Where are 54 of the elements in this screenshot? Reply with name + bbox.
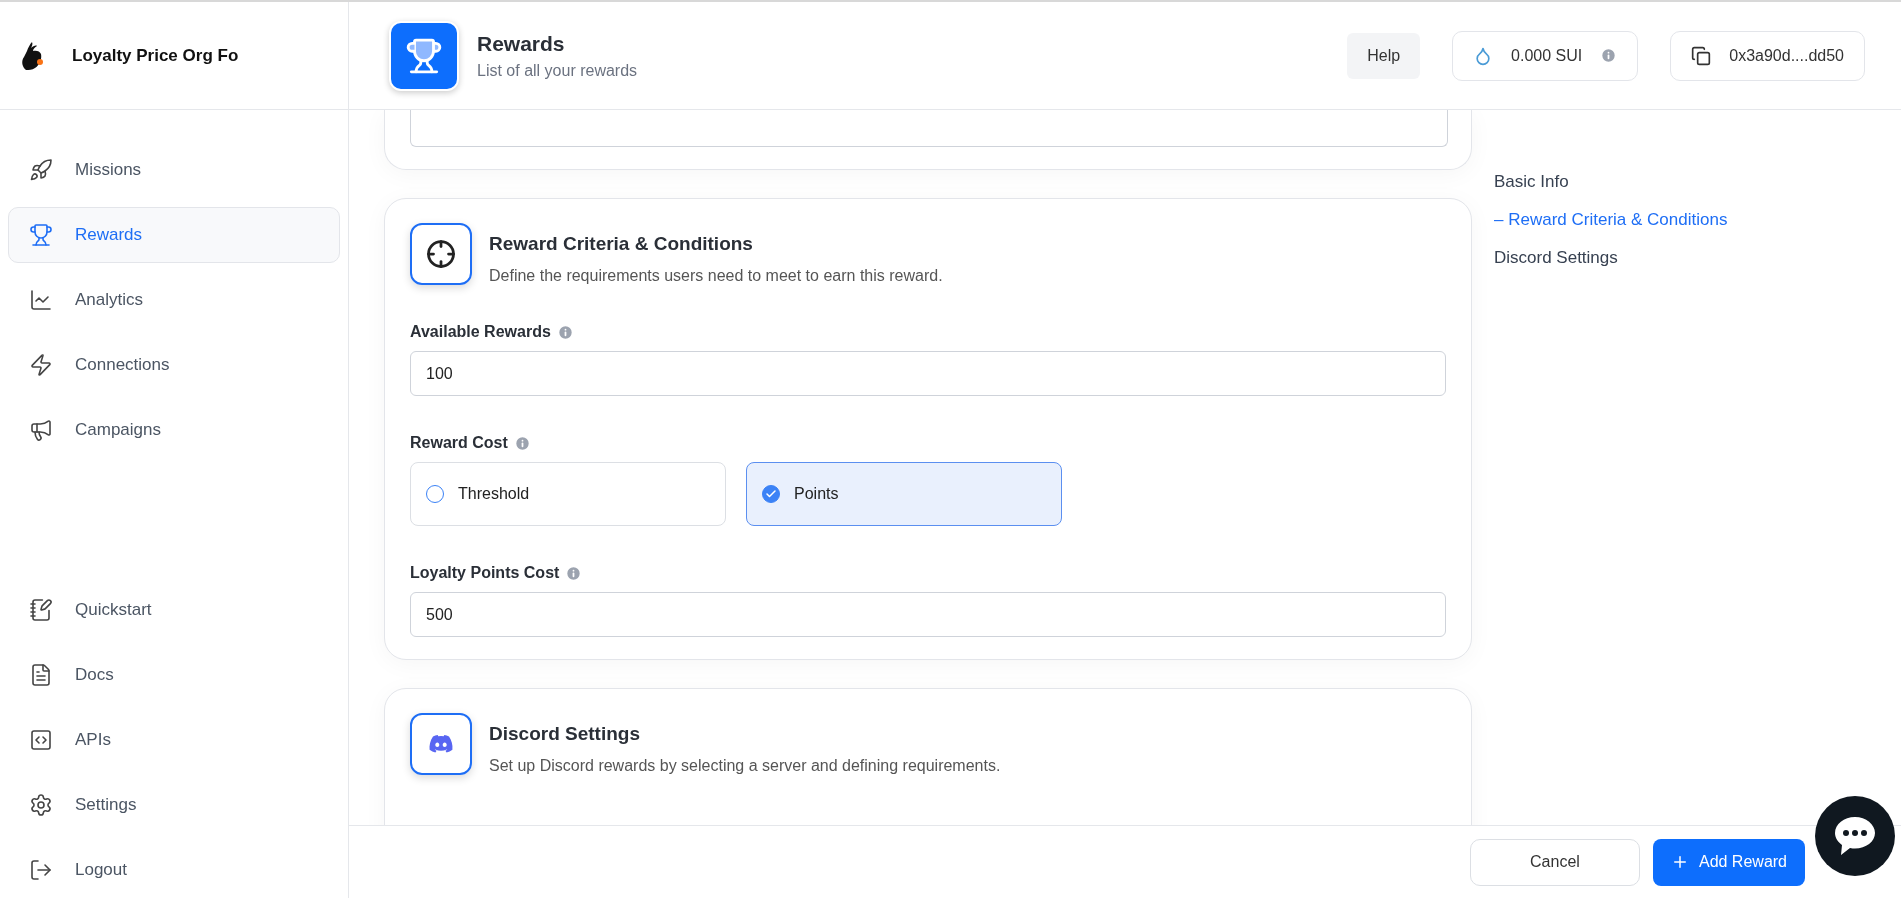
- card-description: Set up Discord rewards by selecting a server and defining requirements.: [489, 757, 1001, 775]
- rocket-icon: [29, 158, 53, 182]
- help-button[interactable]: Help: [1347, 32, 1421, 79]
- info-icon: [556, 323, 574, 341]
- notepad-icon: [29, 598, 53, 622]
- sidebar-item[interactable]: Settings: [8, 777, 340, 833]
- input-field[interactable]: 500: [410, 592, 1446, 637]
- document-icon: [29, 663, 53, 687]
- lightning-icon: [29, 353, 53, 377]
- game-controller-icon: [410, 713, 472, 775]
- cancel-button[interactable]: Cancel: [1469, 838, 1640, 886]
- copy-icon: [1691, 45, 1712, 66]
- info-icon: [513, 434, 531, 452]
- radio-icon: [762, 485, 780, 503]
- wallet-address-button[interactable]: 0x3a90d....dd50: [1670, 30, 1865, 81]
- sidebar-item[interactable]: Quickstart: [8, 582, 340, 638]
- logout-icon: [29, 858, 53, 882]
- info-icon: [565, 564, 583, 582]
- sidebar-item[interactable]: Docs: [8, 647, 340, 703]
- textarea-field[interactable]: [410, 110, 1448, 147]
- sidebar-item[interactable]: Analytics: [8, 272, 340, 328]
- section-link[interactable]: Basic Info: [1494, 172, 1728, 192]
- radio-icon: [426, 485, 444, 503]
- trophy-icon: [29, 223, 53, 247]
- radio-option[interactable]: Points: [746, 462, 1062, 526]
- page-subtitle: List of all your rewards: [477, 61, 639, 80]
- organization-name: Loyalty Price Org Fo: [72, 45, 239, 66]
- info-icon: [1600, 47, 1618, 64]
- field-label: Reward Cost: [410, 434, 508, 452]
- input-field[interactable]: 100: [410, 351, 1446, 396]
- section-link[interactable]: Discord Settings: [1494, 248, 1728, 268]
- card-title: Discord Settings: [489, 723, 641, 745]
- line-chart-icon: [29, 288, 53, 312]
- add-reward-button[interactable]: Add Reward: [1652, 838, 1805, 886]
- chat-icon: [1833, 815, 1877, 857]
- settings-icon: [29, 793, 53, 817]
- code-icon: [29, 728, 53, 752]
- sidebar-item[interactable]: Connections: [8, 337, 340, 393]
- target-icon: [410, 223, 472, 285]
- card-title: Reward Criteria & Conditions: [489, 233, 754, 255]
- field-label: Loyalty Points Cost: [410, 564, 560, 582]
- sidebar-item[interactable]: Rewards: [8, 207, 340, 263]
- radio-option[interactable]: Threshold: [410, 462, 726, 526]
- card-description: Define the requirements users need to meet to earn this reward.: [489, 267, 943, 285]
- balance-button[interactable]: 0.000 SUI: [1452, 30, 1639, 81]
- field-label: Available Rewards: [410, 323, 551, 341]
- sidebar-item[interactable]: Logout: [8, 842, 340, 898]
- trophy-badge-icon: [389, 20, 459, 91]
- megaphone-icon: [29, 418, 53, 442]
- sidebar-item[interactable]: Campaigns: [8, 402, 340, 458]
- sidebar-item[interactable]: APIs: [8, 712, 340, 768]
- section-link[interactable]: – Reward Criteria & Conditions: [1494, 210, 1728, 230]
- sidebar-item[interactable]: Missions: [8, 142, 340, 198]
- page-title: Rewards: [477, 31, 566, 56]
